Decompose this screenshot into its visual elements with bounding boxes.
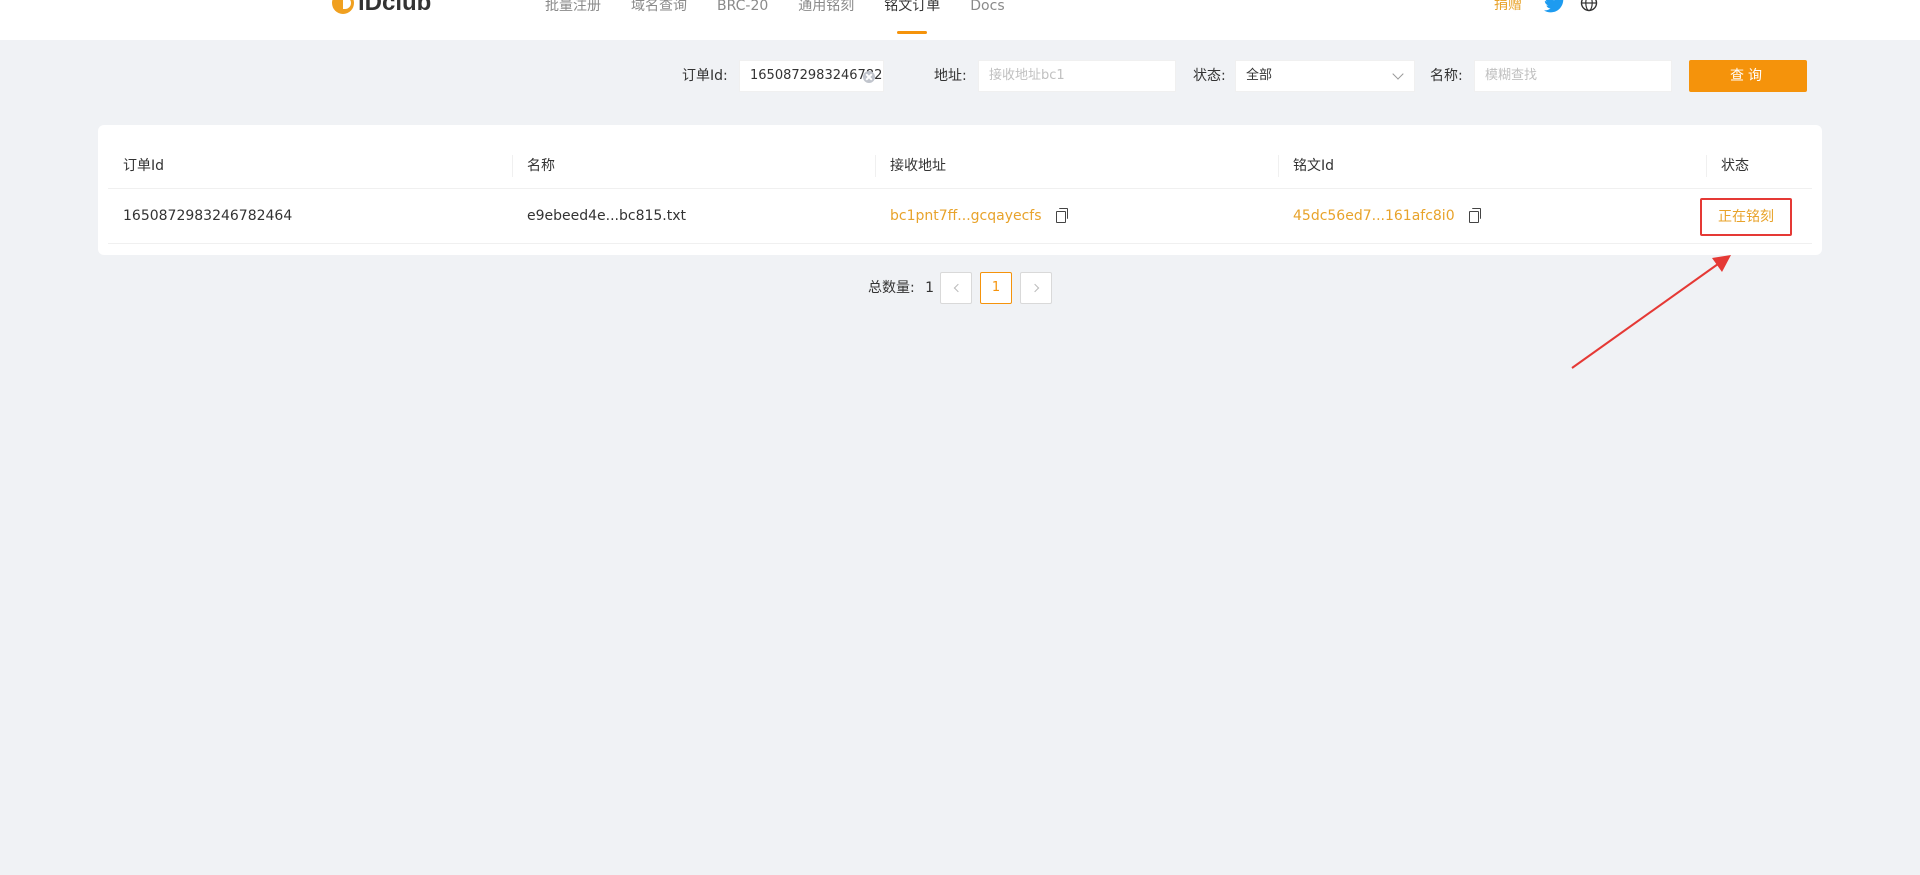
globe-icon[interactable]: [1580, 0, 1598, 12]
table-header: 订单Id 名称 接收地址 铭文Id 状态: [108, 143, 1812, 189]
order-id-input[interactable]: 1650872983246782464: [739, 60, 884, 92]
chevron-left-icon: [953, 283, 962, 293]
col-address: 接收地址: [875, 143, 1278, 189]
nav-item-brc20[interactable]: BRC-20: [717, 0, 768, 40]
name-input[interactable]: 模糊查找: [1474, 60, 1672, 92]
logo[interactable]: iDclub: [332, 0, 431, 18]
nav-item-inscription-orders[interactable]: 铭文订单: [884, 0, 940, 40]
chevron-right-icon: [1030, 283, 1039, 293]
total-label: 总数量:: [868, 280, 915, 296]
copy-icon[interactable]: [1469, 207, 1482, 223]
nav-item-docs[interactable]: Docs: [970, 0, 1004, 40]
page-button-1[interactable]: 1: [980, 272, 1012, 304]
prev-page-button[interactable]: [940, 272, 972, 304]
next-page-button[interactable]: [1020, 272, 1052, 304]
total-value: 1: [925, 280, 935, 296]
col-name: 名称: [512, 143, 875, 189]
orders-table-card: 订单Id 名称 接收地址 铭文Id 状态 1650872983246782464…: [98, 125, 1822, 255]
name-label: 名称:: [1430, 68, 1463, 84]
status-select-value: 全部: [1246, 68, 1273, 83]
inscription-id-link[interactable]: 45dc56ed7...161afc8i0: [1293, 208, 1455, 224]
nav-item-batch-register[interactable]: 批量注册: [545, 0, 601, 40]
logo-mark-icon: [332, 0, 354, 14]
main-nav: 批量注册 域名查询 BRC-20 通用铭刻 铭文订单 Docs: [530, 0, 1020, 40]
nav-item-general-inscribe[interactable]: 通用铭刻: [798, 0, 854, 40]
col-status: 状态: [1706, 143, 1812, 189]
address-label: 地址:: [934, 68, 967, 84]
address-link[interactable]: bc1pnt7ff...gcqayecfs: [890, 208, 1042, 224]
logo-text: iDclub: [358, 0, 432, 16]
clear-icon[interactable]: [863, 71, 875, 83]
order-id-label: 订单Id:: [682, 68, 728, 84]
query-button[interactable]: 查询: [1689, 60, 1807, 92]
pagination: 总数量: 1 1: [0, 272, 1920, 304]
twitter-icon[interactable]: [1544, 0, 1566, 14]
total-count: 总数量: 1: [868, 272, 934, 304]
status-select[interactable]: 全部: [1235, 60, 1415, 92]
cell-name: e9ebeed4e...bc815.txt: [527, 208, 687, 224]
filter-bar: 订单Id: 1650872983246782464 地址: 接收地址bc1 状态…: [0, 60, 1920, 92]
top-header: iDclub 批量注册 域名查询 BRC-20 通用铭刻 铭文订单 Docs 捐…: [0, 0, 1920, 40]
copy-icon[interactable]: [1055, 207, 1068, 223]
status-label: 状态:: [1193, 68, 1226, 84]
nav-item-domain-search[interactable]: 域名查询: [631, 0, 687, 40]
cell-inscription-id: 45dc56ed7...161afc8i0: [1278, 189, 1482, 244]
cell-order-id: 1650872983246782464: [123, 208, 293, 224]
status-badge[interactable]: 正在铭刻: [1700, 198, 1792, 236]
col-order-id: 订单Id: [123, 158, 165, 174]
donate-link[interactable]: 捐赠: [1494, 0, 1522, 16]
address-input[interactable]: 接收地址bc1: [978, 60, 1176, 92]
table-row: 1650872983246782464 e9ebeed4e...bc815.tx…: [108, 189, 1812, 244]
col-inscription-id: 铭文Id: [1278, 143, 1706, 189]
cell-address: bc1pnt7ff...gcqayecfs: [875, 189, 1068, 244]
chevron-down-icon: [1392, 68, 1404, 80]
address-placeholder: 接收地址bc1: [989, 68, 1065, 83]
name-placeholder: 模糊查找: [1485, 68, 1538, 83]
